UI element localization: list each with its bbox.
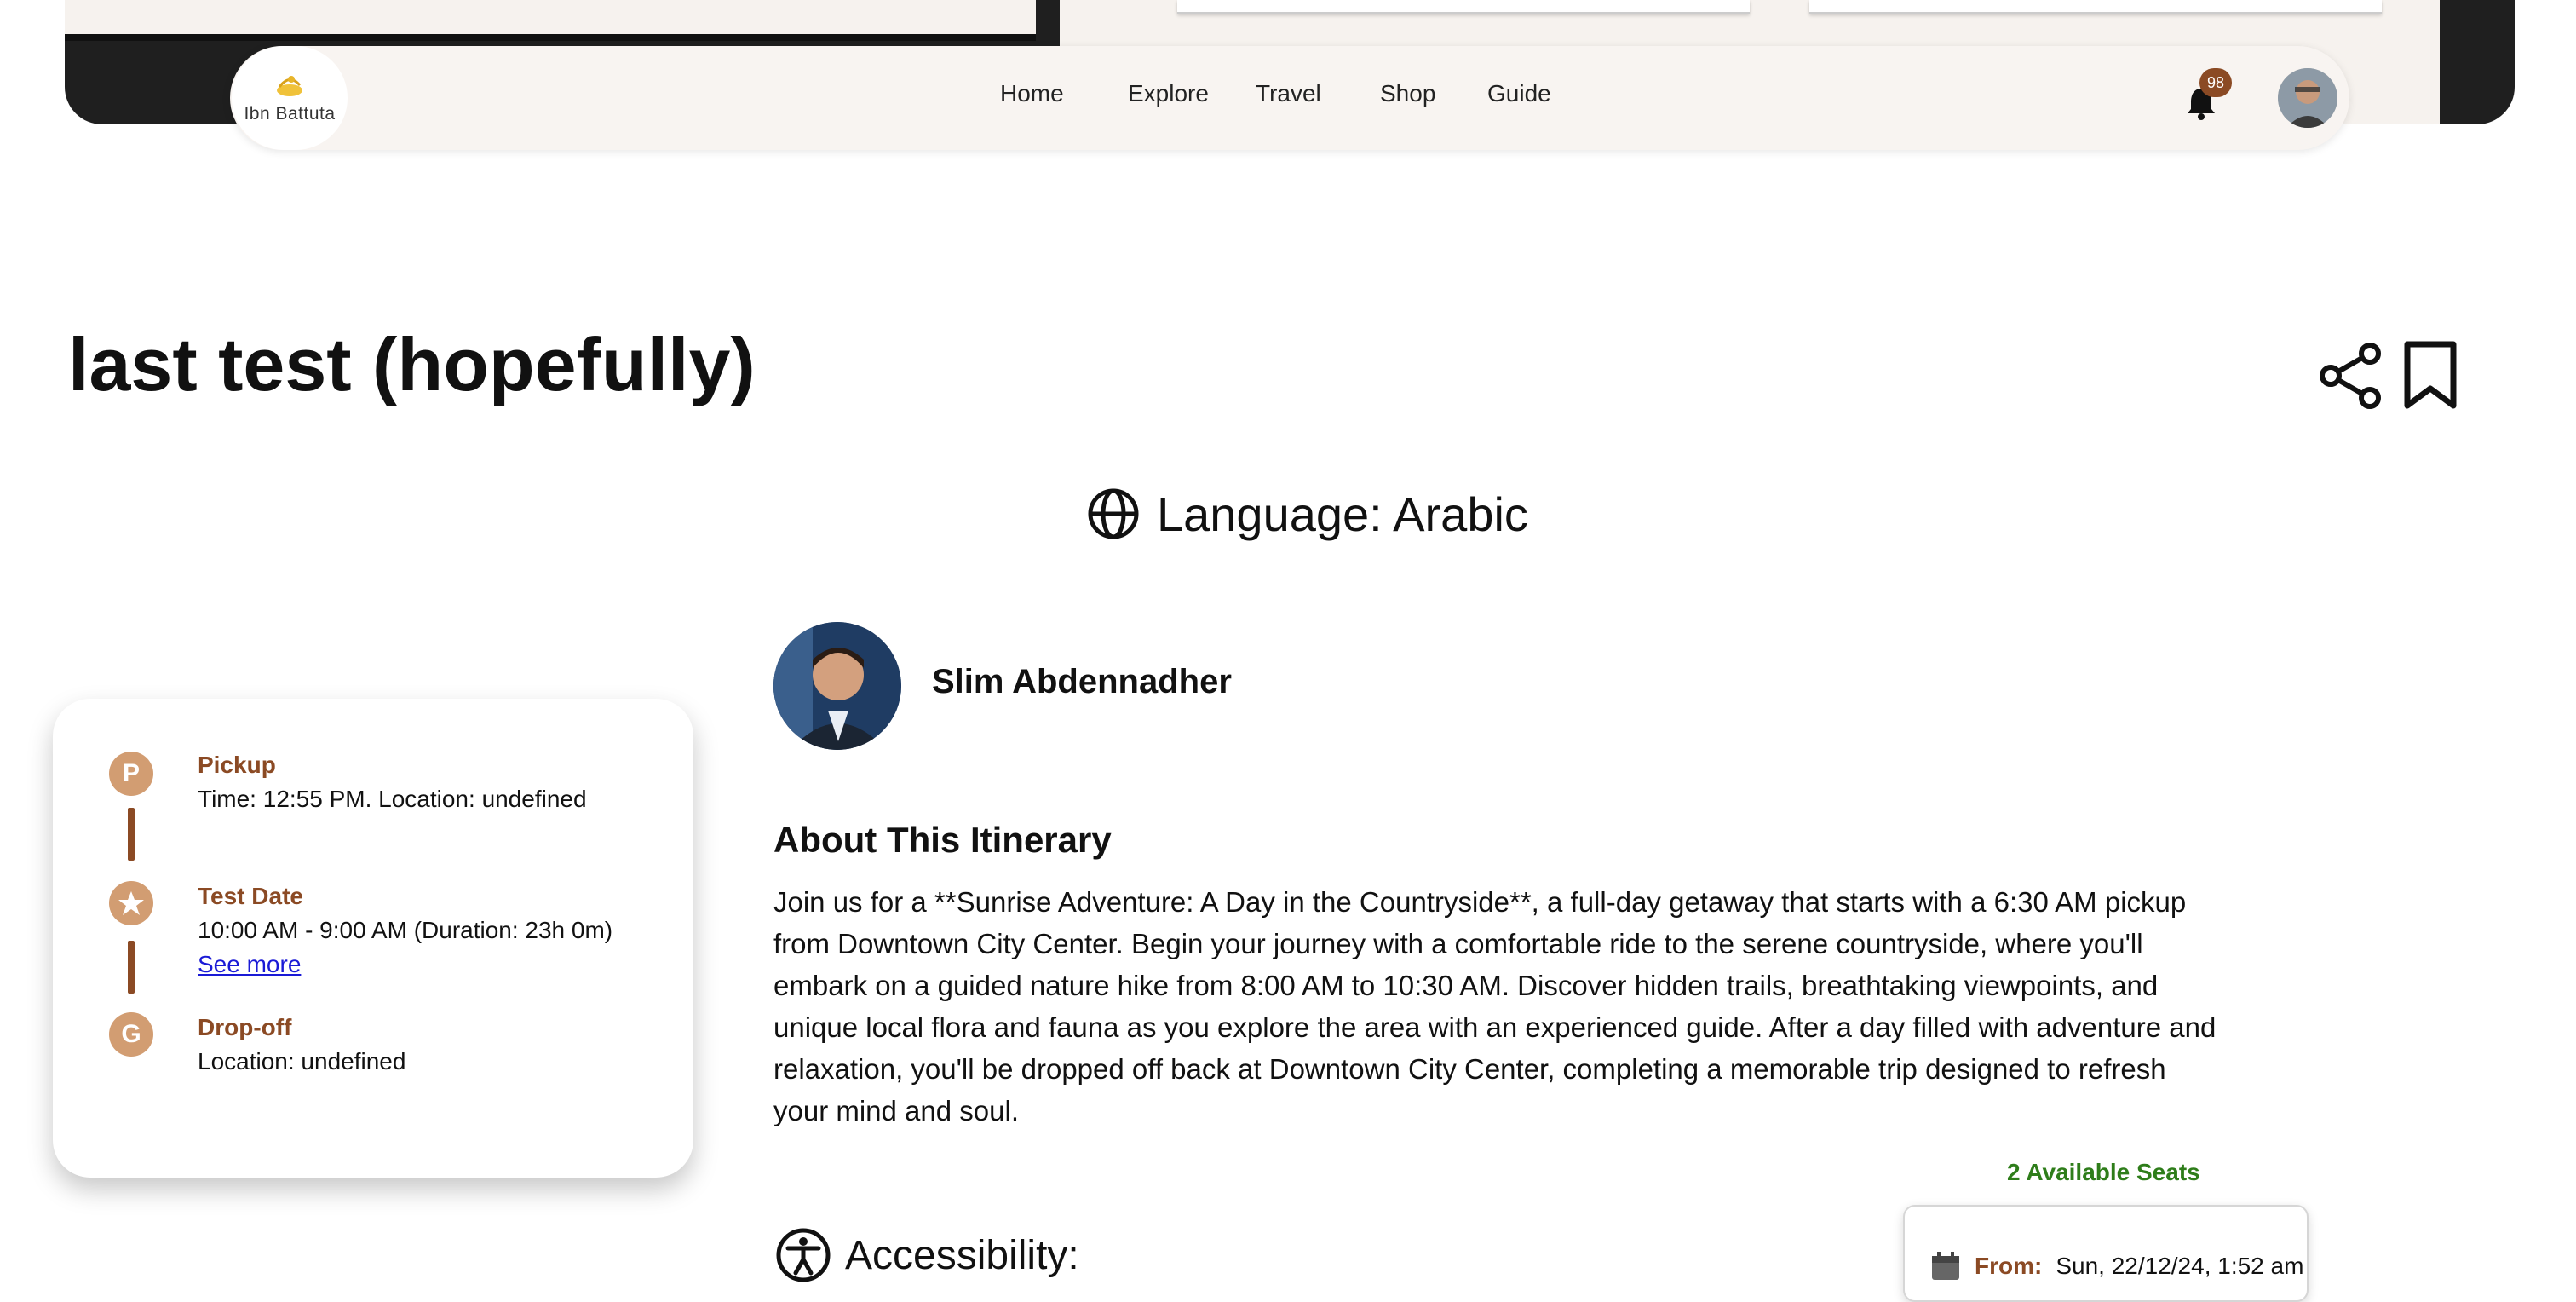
nav-guide[interactable]: Guide [1487, 80, 1551, 107]
timeline-connector [128, 941, 135, 994]
from-value: Sun, 22/12/24, 1:52 am [2056, 1253, 2304, 1279]
timeline-connector [128, 808, 135, 861]
user-avatar-image [2278, 68, 2337, 128]
dropoff-detail: Location: undefined [198, 1048, 406, 1074]
nav-explore[interactable]: Explore [1128, 80, 1209, 107]
hero-panel-left [65, 0, 1036, 41]
pickup-detail: Time: 12:55 PM. Location: undefined [198, 786, 587, 812]
notification-badge: 98 [2199, 68, 2232, 97]
activity-detail: 10:00 AM - 9:00 AM (Duration: 23h 0m) [198, 917, 613, 943]
navbar: Ibn Battuta Home Explore Travel Shop Gui… [230, 46, 2349, 150]
user-avatar[interactable] [2278, 68, 2337, 128]
see-more-link[interactable]: See more [198, 951, 301, 978]
star-icon [118, 891, 144, 915]
globe-icon [1088, 488, 1139, 539]
accessibility-row: Accessibility: [775, 1227, 1079, 1283]
about-text: Join us for a **Sunrise Adventure: A Day… [773, 886, 2217, 1126]
language-row: Language: Arabic [1087, 484, 1528, 544]
nav-travel[interactable]: Travel [1256, 80, 1321, 107]
dropoff-title: Drop-off [198, 1014, 292, 1040]
pickup-title: Pickup [198, 752, 276, 778]
from-label: From: [1975, 1253, 2043, 1279]
about-title: About This Itinerary [773, 820, 1112, 860]
nav-shop[interactable]: Shop [1380, 80, 1435, 107]
booking-date-card[interactable]: From: Sun, 22/12/24, 1:52 am [1903, 1205, 2309, 1302]
activity-marker [109, 881, 153, 925]
bookmark-icon[interactable] [2402, 341, 2458, 409]
accessibility-label: Accessibility: [845, 1232, 1079, 1278]
logo-text: Ibn Battuta [244, 104, 336, 124]
share-icon[interactable] [2317, 341, 2383, 411]
guide-avatar[interactable] [773, 622, 901, 750]
guide-name[interactable]: Slim Abdennadher [932, 663, 1232, 701]
activity-title: Test Date [198, 883, 303, 909]
hero-card [1809, 0, 2382, 14]
language-text: Language: Arabic [1157, 487, 1528, 541]
itinerary-timeline-card: P Pickup Time: 12:55 PM. Location: undef… [53, 699, 693, 1178]
nav-home[interactable]: Home [1000, 80, 1064, 107]
from-date-row: From: Sun, 22/12/24, 1:52 am [1930, 1251, 2303, 1282]
page-title: last test (hopefully) [68, 322, 756, 406]
pickup-marker: P [109, 752, 153, 796]
dropoff-marker: G [109, 1012, 153, 1057]
hero-card [1177, 0, 1750, 14]
logo-mark-icon [277, 76, 302, 96]
accessibility-icon [776, 1228, 831, 1282]
calendar-icon [1932, 1252, 1959, 1280]
guide-avatar-image [773, 622, 901, 750]
logo[interactable]: Ibn Battuta [232, 46, 348, 150]
available-seats: 2 Available Seats [2007, 1159, 2200, 1185]
